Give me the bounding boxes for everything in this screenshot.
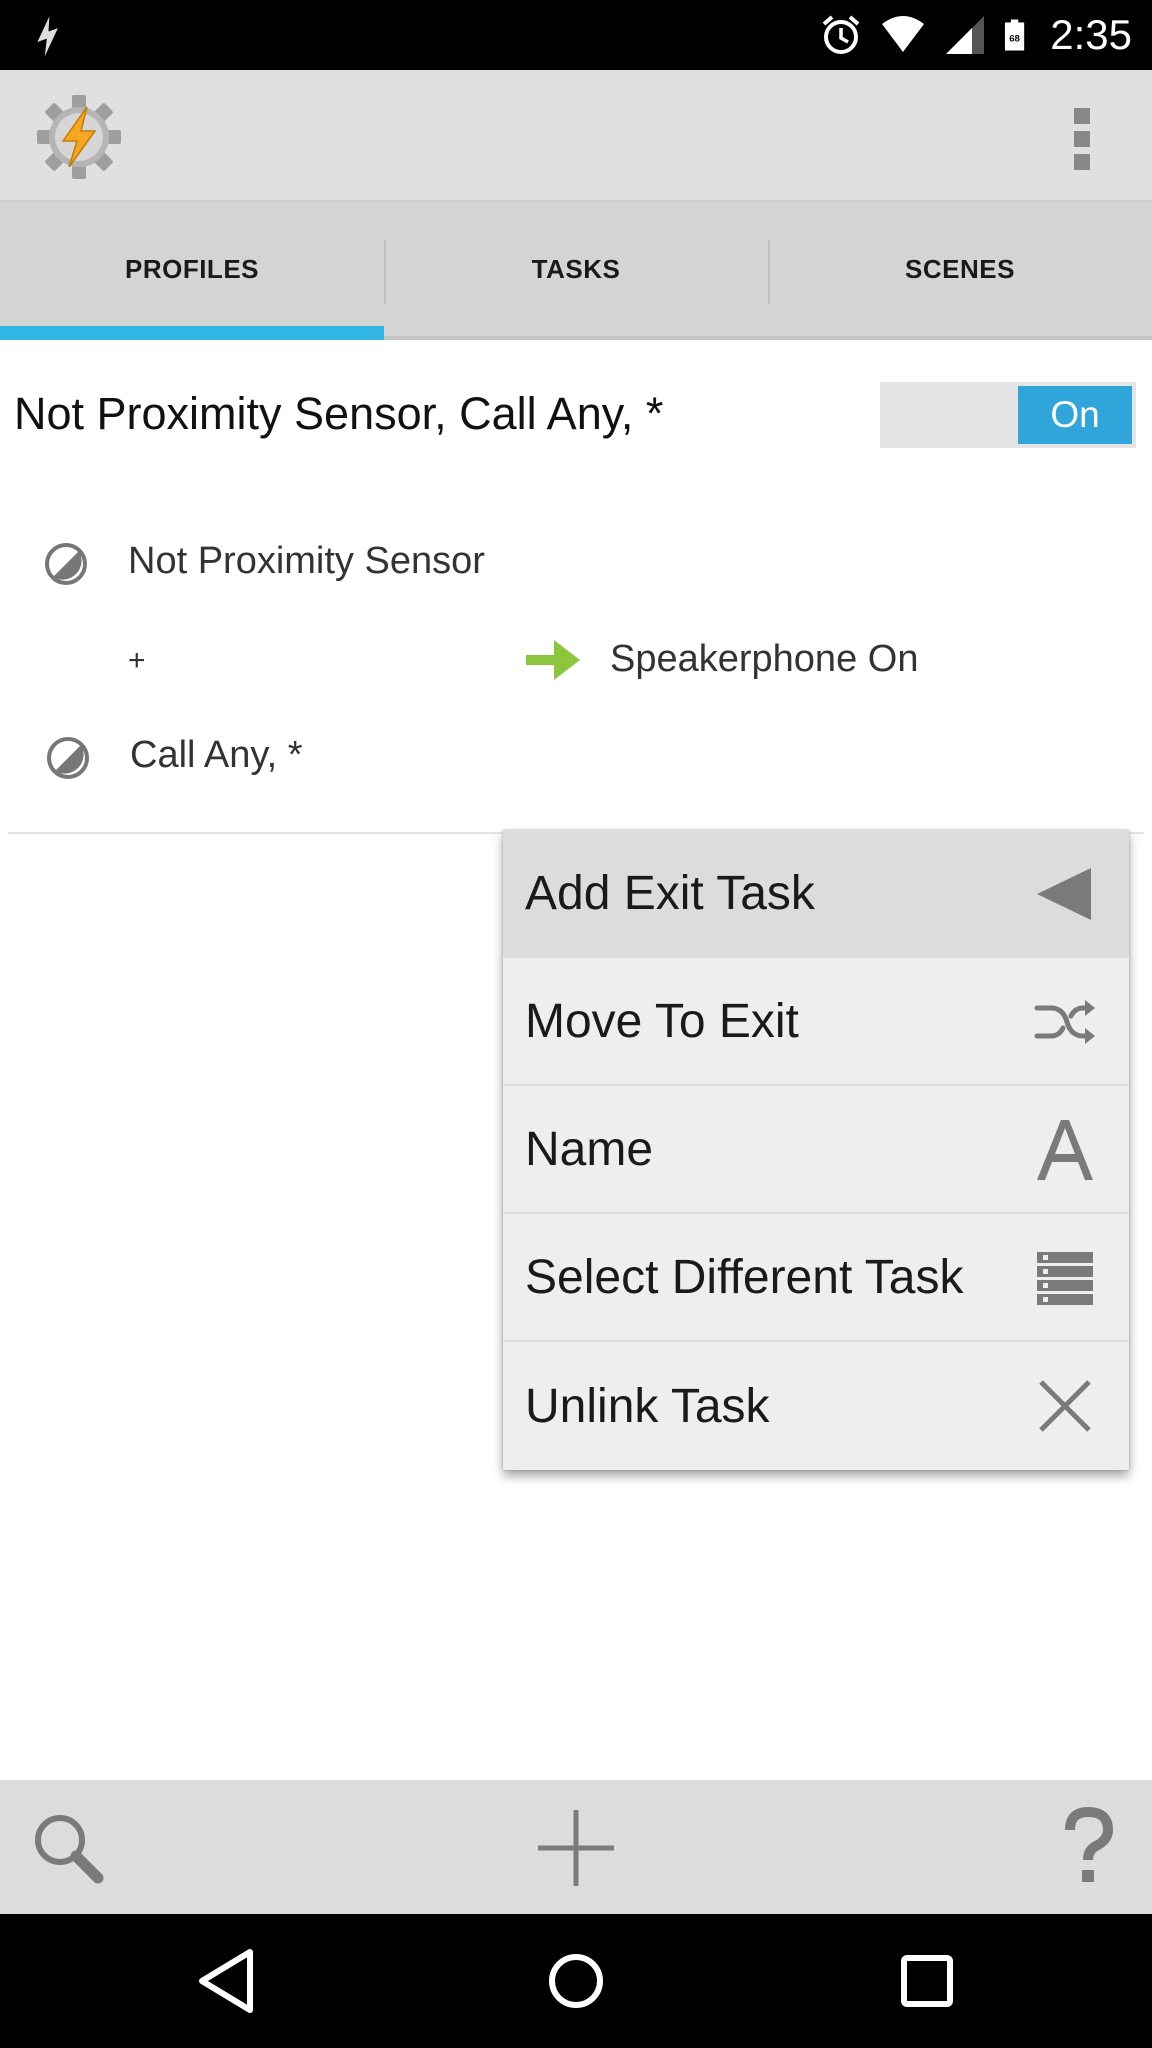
- tab-scenes[interactable]: SCENES: [768, 202, 1152, 336]
- tab-bar: PROFILES TASKS SCENES: [0, 200, 1152, 340]
- action-bar: [0, 70, 1152, 200]
- bottom-toolbar: [0, 1780, 1152, 1914]
- tab-profiles-label: PROFILES: [124, 253, 259, 284]
- flash-notification-icon: [37, 16, 58, 57]
- enter-task-arrow-icon: [526, 640, 580, 680]
- context-plus: +: [128, 644, 146, 677]
- alarm-icon: [822, 15, 860, 54]
- home-icon[interactable]: [539, 1944, 613, 2018]
- system-nav-bar: [0, 1914, 1152, 2048]
- context-state-icon[interactable]: [46, 736, 90, 780]
- menu-item-label: Move To Exit: [525, 994, 799, 1048]
- list-icon: [1037, 1252, 1093, 1305]
- toggle-on-label: On: [1018, 386, 1132, 444]
- context-state-icon[interactable]: [44, 542, 88, 586]
- help-icon[interactable]: [1046, 1806, 1130, 1890]
- menu-item-label: Add Exit Task: [525, 866, 815, 920]
- menu-item-select-different-task[interactable]: Select Different Task: [503, 1214, 1129, 1342]
- profile-title[interactable]: Not Proximity Sensor, Call Any, *: [14, 388, 663, 440]
- close-icon: [1039, 1380, 1091, 1432]
- menu-item-unlink-task[interactable]: Unlink Task: [503, 1342, 1129, 1470]
- back-icon[interactable]: [190, 1944, 264, 2018]
- menu-item-label: Select Different Task: [525, 1250, 964, 1304]
- enter-task-label[interactable]: Speakerphone On: [610, 638, 918, 681]
- recents-icon[interactable]: [890, 1944, 964, 2018]
- battery-level-text: 68: [1009, 34, 1020, 45]
- context-label-proximity[interactable]: Not Proximity Sensor: [128, 540, 485, 583]
- menu-item-label: Unlink Task: [525, 1379, 770, 1433]
- letter-a-icon: [1037, 1120, 1093, 1180]
- clock: 2:35: [1050, 11, 1132, 58]
- tab-scenes-label: SCENES: [905, 253, 1015, 284]
- app-logo-icon[interactable]: [34, 92, 124, 182]
- profile-toggle[interactable]: On: [880, 382, 1136, 448]
- cell-signal-icon: [946, 16, 985, 54]
- tab-tasks[interactable]: TASKS: [384, 202, 768, 336]
- overflow-menu-icon[interactable]: [1072, 108, 1092, 170]
- menu-item-label: Name: [525, 1122, 654, 1176]
- menu-item-add-exit-task[interactable]: Add Exit Task: [503, 830, 1129, 958]
- status-bar: 68 2:35: [0, 0, 1152, 70]
- task-context-menu: Add Exit Task Move To Exit Name Select D…: [503, 830, 1129, 1470]
- tab-tasks-label: TASKS: [531, 253, 621, 284]
- exit-triangle-icon: [1037, 868, 1091, 920]
- add-icon[interactable]: [534, 1806, 618, 1890]
- context-label-call[interactable]: Call Any, *: [130, 734, 302, 777]
- tab-profiles[interactable]: PROFILES: [0, 202, 384, 340]
- menu-item-move-to-exit[interactable]: Move To Exit: [503, 958, 1129, 1086]
- search-icon[interactable]: [26, 1806, 110, 1890]
- menu-item-name[interactable]: Name: [503, 1086, 1129, 1214]
- battery-icon: 68: [1005, 19, 1025, 51]
- shuffle-icon: [1034, 1000, 1095, 1044]
- wifi-icon: [882, 16, 925, 52]
